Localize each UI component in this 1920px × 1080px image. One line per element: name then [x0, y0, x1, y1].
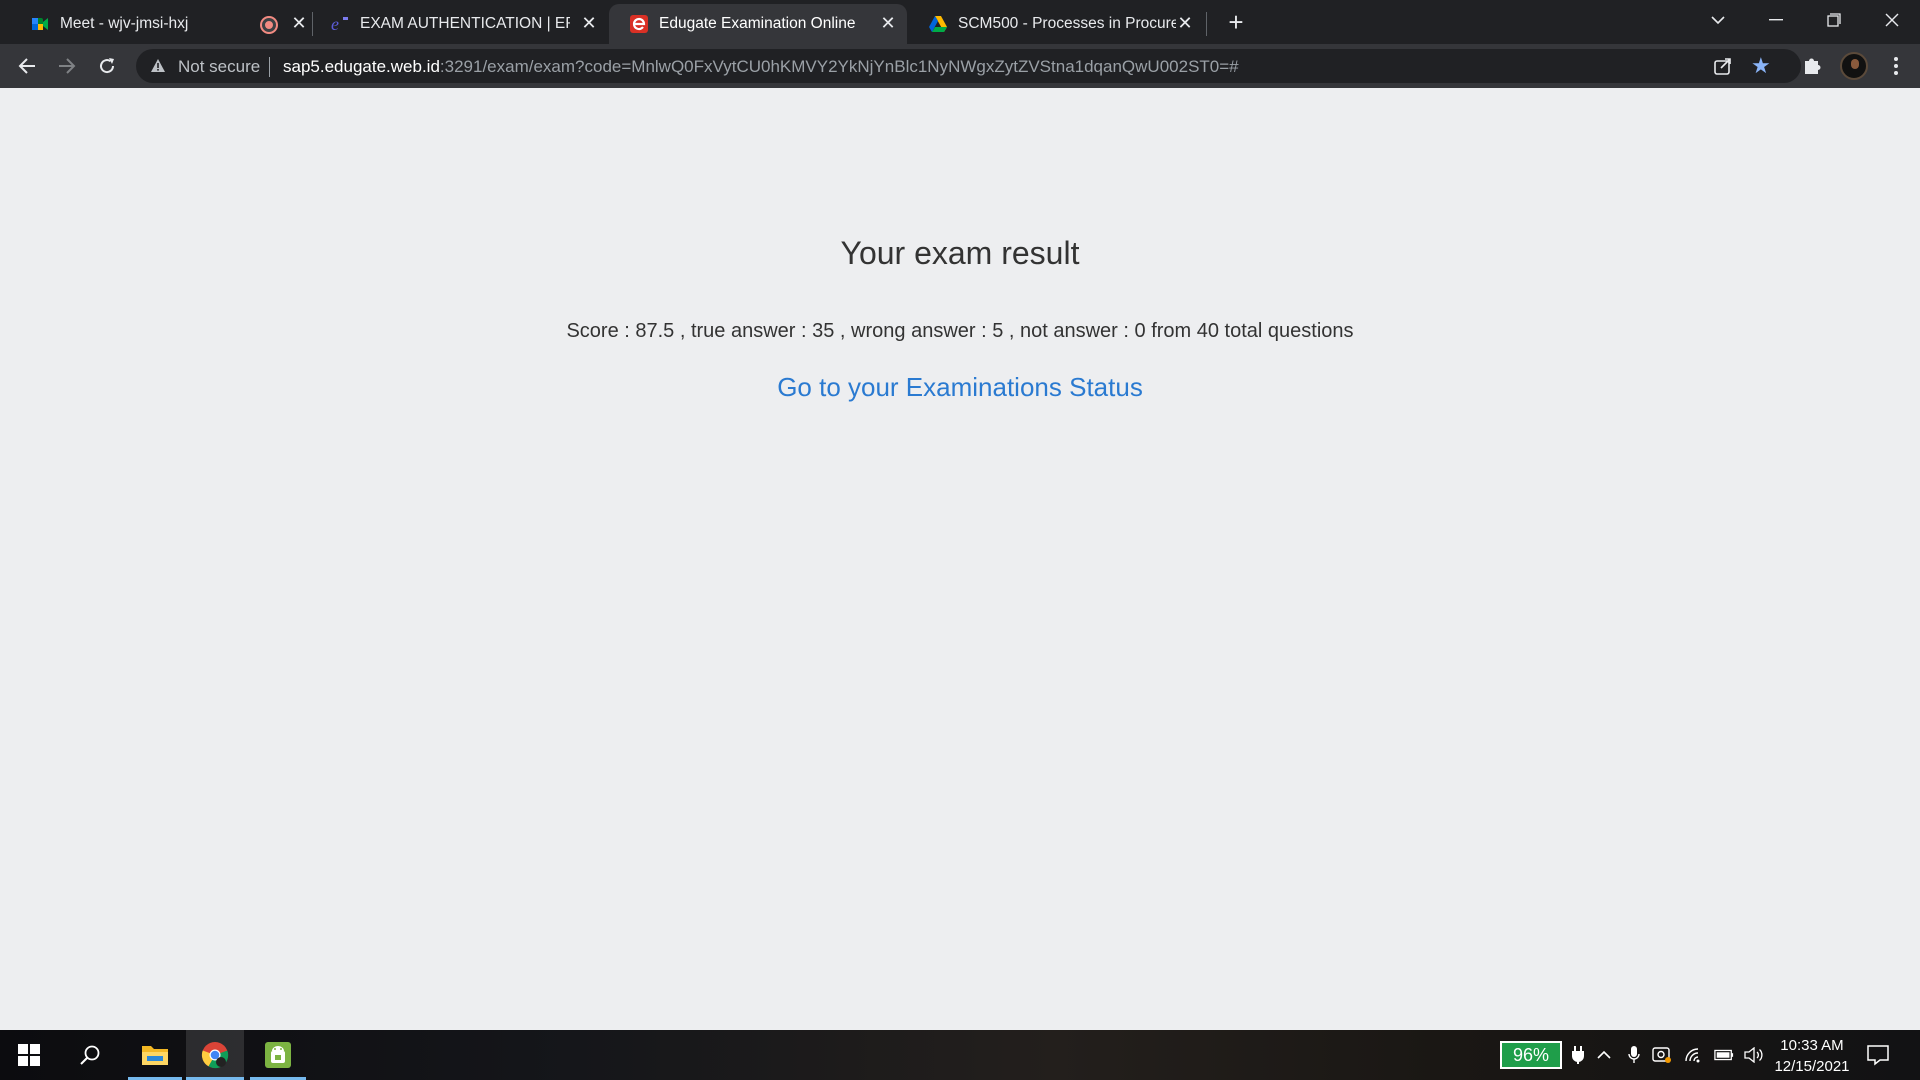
edugate-exam-icon	[630, 15, 648, 33]
display-camera-icon[interactable]	[1652, 1045, 1672, 1065]
tab-title: SCM500 - Processes in Procurem	[958, 15, 1176, 32]
recording-indicator-icon	[262, 18, 276, 32]
url-text[interactable]: sap5.edugate.web.id:3291/exam/exam?code=…	[283, 57, 1239, 77]
volume-icon[interactable]	[1744, 1045, 1764, 1065]
restore-button[interactable]	[1806, 0, 1862, 40]
close-window-button[interactable]	[1864, 0, 1920, 40]
taskbar-chrome[interactable]	[186, 1030, 244, 1080]
minimize-button[interactable]	[1748, 0, 1804, 40]
reload-icon	[100, 58, 115, 74]
browser-menu-button[interactable]	[1880, 50, 1912, 82]
status-link-container: Go to your Examinations Status	[0, 372, 1920, 403]
clock-time: 10:33 AM	[1780, 1037, 1844, 1054]
share-icon[interactable]	[1712, 55, 1734, 77]
page-title: Your exam result	[840, 235, 1080, 271]
file-explorer-icon	[142, 1046, 168, 1065]
android-app-icon	[265, 1042, 291, 1068]
url-host: sap5.edugate.web.id	[283, 57, 440, 76]
battery-percentage-badge[interactable]: 96%	[1500, 1041, 1562, 1069]
clock-date: 12/15/2021	[1774, 1058, 1850, 1075]
profile-avatar[interactable]	[1840, 52, 1868, 80]
tab-title: EXAM AUTHENTICATION | ERP L/	[360, 15, 570, 32]
more-vertical-icon	[1894, 57, 1898, 75]
bookmark-star-icon[interactable]: ★	[1751, 53, 1771, 79]
tab-exam-authentication[interactable]: e EXAM AUTHENTICATION | ERP L/ ✕	[310, 4, 608, 44]
taskbar-android-app[interactable]	[250, 1030, 306, 1080]
tab-meet[interactable]: Meet - wjv-jmsi-hxj ✕	[10, 4, 310, 44]
restore-icon	[1827, 13, 1841, 27]
notification-center-icon[interactable]	[1866, 1043, 1890, 1067]
minimize-icon	[1769, 19, 1783, 21]
edugate-auth-icon: e	[331, 14, 348, 34]
close-tab-icon[interactable]: ✕	[288, 12, 310, 34]
google-meet-icon	[32, 18, 48, 30]
chrome-icon	[201, 1042, 229, 1069]
tab-title: Meet - wjv-jmsi-hxj	[60, 15, 189, 32]
wifi-icon[interactable]	[1684, 1045, 1704, 1065]
back-button[interactable]	[11, 50, 43, 82]
exam-score-summary: Score : 87.5 , true answer : 35 , wrong …	[566, 320, 1354, 342]
windows-logo-icon	[18, 1044, 40, 1066]
browser-toolbar: Not secure sap5.edugate.web.id:3291/exam…	[0, 44, 1920, 88]
browser-tab-strip: Meet - wjv-jmsi-hxj ✕ e EXAM AUTHENTICAT…	[0, 0, 1920, 44]
windows-taskbar: 96% 10:33 AM 12/15/2021	[0, 1030, 1920, 1080]
security-label[interactable]: Not secure	[178, 57, 260, 77]
battery-icon[interactable]	[1714, 1045, 1734, 1065]
url-path: :3291/exam/exam?code=MnlwQ0FxVytCU0hKMVY…	[439, 57, 1239, 76]
close-icon	[1885, 13, 1899, 27]
tab-title: Edugate Examination Online	[659, 15, 856, 32]
close-tab-icon[interactable]: ✕	[877, 12, 899, 34]
svg-text:e: e	[331, 14, 339, 34]
forward-button[interactable]	[51, 50, 83, 82]
close-tab-icon[interactable]: ✕	[1174, 12, 1196, 34]
system-clock[interactable]: 10:33 AM 12/15/2021	[1766, 1035, 1858, 1077]
chevron-up-icon[interactable]	[1594, 1045, 1614, 1065]
warning-icon	[151, 59, 165, 72]
chevron-down-icon	[1711, 16, 1725, 25]
arrow-left-icon	[18, 58, 35, 74]
extensions-puzzle-icon[interactable]	[1801, 53, 1825, 77]
close-tab-icon[interactable]: ✕	[578, 12, 600, 34]
address-divider	[269, 57, 270, 77]
page-content: Your exam result Score : 87.5 , true ans…	[0, 88, 1920, 1030]
google-drive-icon	[929, 16, 947, 32]
avatar-face	[1851, 59, 1859, 69]
microphone-icon[interactable]	[1624, 1045, 1644, 1065]
power-plug-icon[interactable]	[1568, 1045, 1588, 1065]
reload-button[interactable]	[91, 50, 123, 82]
examinations-status-link[interactable]: Go to your Examinations Status	[777, 372, 1143, 402]
start-button[interactable]	[0, 1030, 58, 1080]
new-tab-button[interactable]: +	[1222, 7, 1250, 37]
tab-scm500[interactable]: SCM500 - Processes in Procurem ✕	[908, 4, 1208, 44]
taskbar-file-explorer[interactable]	[128, 1030, 182, 1080]
tab-edugate-exam-online[interactable]: Edugate Examination Online ✕	[609, 4, 907, 44]
search-button[interactable]	[62, 1030, 118, 1080]
address-bar[interactable]: Not secure sap5.edugate.web.id:3291/exam…	[136, 49, 1801, 83]
tab-search-button[interactable]	[1690, 0, 1746, 40]
tab-separator	[1206, 12, 1207, 36]
arrow-right-icon	[59, 58, 76, 74]
search-icon	[80, 1045, 100, 1065]
